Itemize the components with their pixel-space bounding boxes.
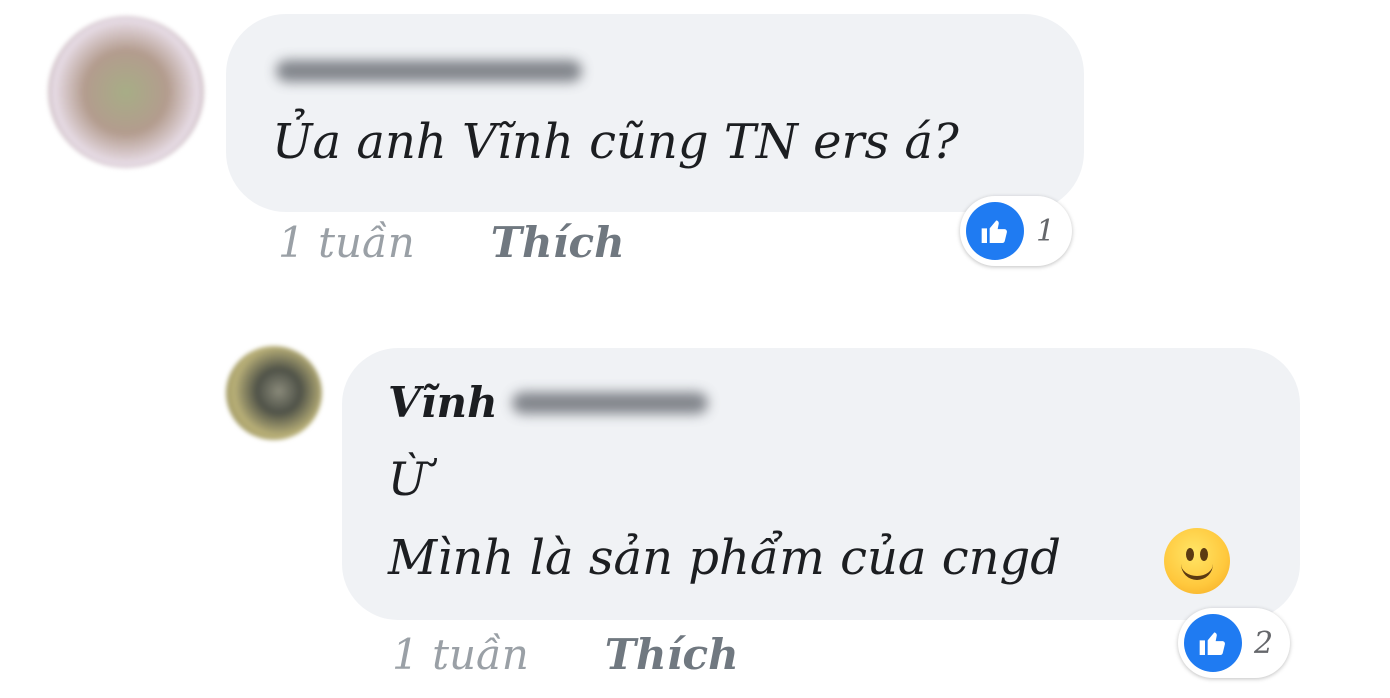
like-icon bbox=[1184, 614, 1242, 672]
like-icon bbox=[966, 202, 1024, 260]
reaction-badge[interactable]: 1 bbox=[960, 196, 1072, 266]
timestamp[interactable]: 1 tuần bbox=[392, 630, 529, 679]
comment-actions: 1 tuần Thích bbox=[278, 218, 625, 267]
smiling-face-icon bbox=[1164, 528, 1230, 594]
reply-text-line: Mình là sản phẩm của cngd bbox=[388, 530, 1061, 586]
blurred-author-name[interactable] bbox=[276, 60, 582, 82]
reply-text-line: Ừ bbox=[388, 452, 427, 506]
like-button[interactable]: Thích bbox=[491, 218, 625, 267]
reply-author-name[interactable]: Vĩnh bbox=[388, 378, 498, 427]
comment-bubble: Ủa anh Vĩnh cũng TN ers á? bbox=[226, 14, 1084, 212]
reaction-badge[interactable]: 2 bbox=[1178, 608, 1290, 678]
avatar-replier[interactable] bbox=[226, 346, 322, 440]
timestamp[interactable]: 1 tuần bbox=[278, 218, 415, 267]
reaction-count: 2 bbox=[1254, 625, 1274, 661]
comment-text: Ủa anh Vĩnh cũng TN ers á? bbox=[272, 114, 959, 170]
avatar-commenter[interactable] bbox=[48, 16, 204, 168]
reply-bubble: Vĩnh Ừ Mình là sản phẩm của cngd bbox=[342, 348, 1300, 620]
blurred-author-surname[interactable] bbox=[512, 392, 708, 414]
reaction-count: 1 bbox=[1036, 213, 1056, 249]
like-button[interactable]: Thích bbox=[605, 630, 739, 679]
reply-actions: 1 tuần Thích bbox=[392, 630, 739, 679]
